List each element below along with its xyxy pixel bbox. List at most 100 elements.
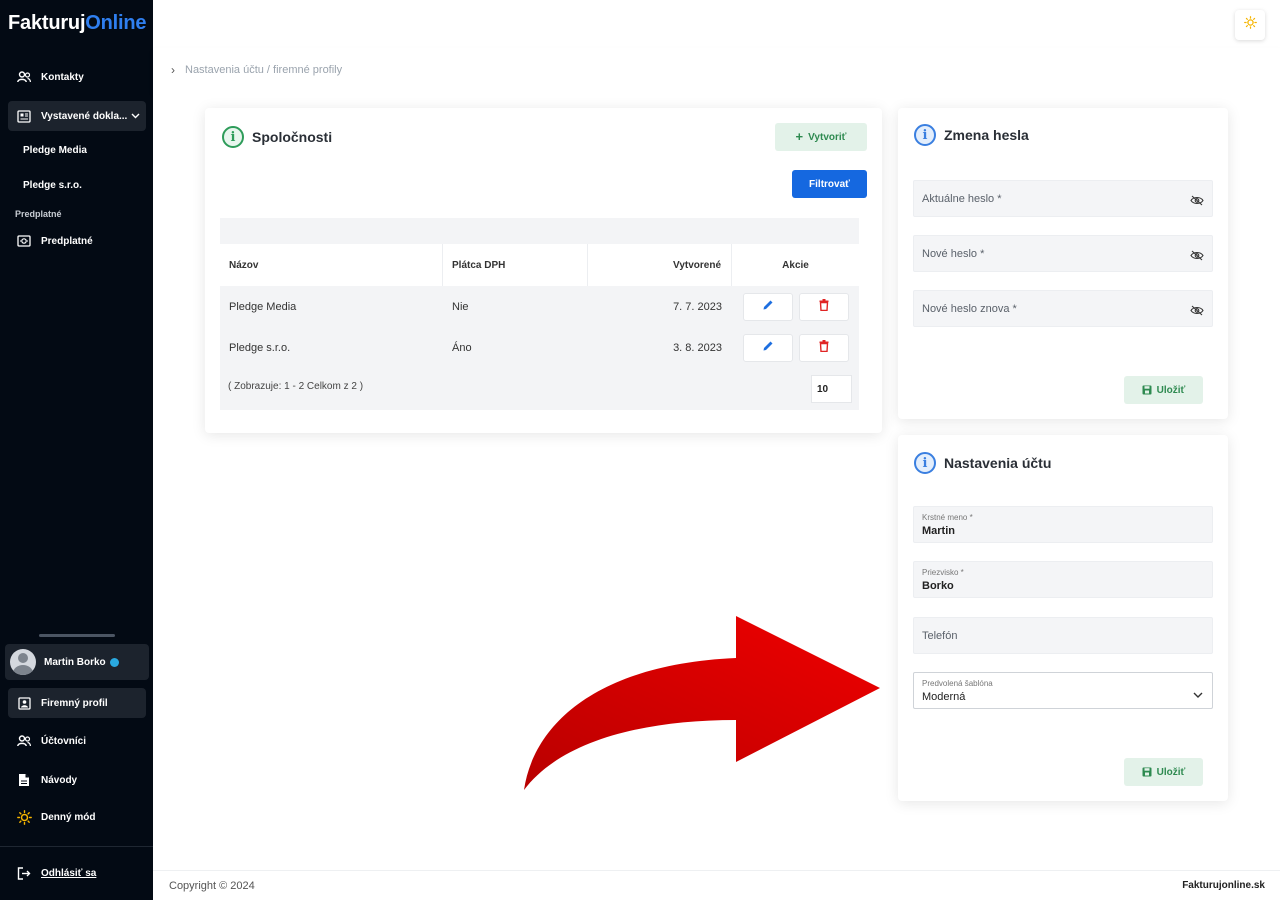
cell-created: 7. 7. 2023 bbox=[673, 300, 722, 313]
companies-table: Názov Plátca DPH Vytvorené Akcie Pledge … bbox=[220, 218, 859, 410]
account-settings-title: i Nastavenia účtu bbox=[914, 452, 1051, 474]
sidebar: FakturujOnline Kontakty Vystavené dokla.… bbox=[0, 0, 153, 900]
companies-title: i Spoločnosti bbox=[222, 126, 332, 148]
user-profile[interactable]: Martin Borko bbox=[5, 644, 149, 680]
phone-field[interactable]: Telefón bbox=[913, 617, 1213, 654]
column-header-name[interactable]: Názov bbox=[220, 244, 443, 286]
save-icon bbox=[1142, 385, 1152, 395]
column-header-vat[interactable]: Plátca DPH bbox=[443, 244, 588, 286]
site-link[interactable]: Fakturujonline.sk bbox=[1182, 880, 1265, 891]
current-password-field[interactable]: Aktuálne heslo * bbox=[913, 180, 1213, 217]
create-company-button[interactable]: + Vytvoriť bbox=[775, 123, 867, 151]
sidebar-scroll-handle[interactable] bbox=[39, 634, 115, 637]
last-name-field[interactable]: Priezvisko * Borko bbox=[913, 561, 1213, 598]
users-icon bbox=[16, 733, 32, 749]
default-template-select[interactable]: Predvolená šablóna Moderná bbox=[913, 672, 1213, 709]
top-bar bbox=[153, 0, 1280, 48]
sidebar-item-day-mode[interactable]: Denný mód bbox=[8, 802, 146, 832]
sidebar-item-subscriptions[interactable]: Predplatné bbox=[8, 226, 146, 256]
sidebar-item-guides[interactable]: Návody bbox=[8, 765, 146, 795]
sidebar-item-contacts[interactable]: Kontakty bbox=[8, 62, 146, 92]
eye-off-icon[interactable] bbox=[1190, 248, 1204, 266]
sidebar-item-issued-documents[interactable]: Vystavené dokla... bbox=[8, 101, 146, 131]
sidebar-item-label: Vystavené dokla... bbox=[41, 110, 128, 122]
sidebar-item-label: Návody bbox=[41, 774, 78, 786]
avatar bbox=[10, 649, 36, 675]
sidebar-item-label: Kontakty bbox=[41, 71, 84, 83]
field-placeholder: Telefón bbox=[922, 630, 958, 642]
field-placeholder: Aktuálne heslo * bbox=[922, 193, 1002, 205]
breadcrumb-text[interactable]: Nastavenia účtu / firemné profily bbox=[185, 64, 342, 76]
filter-button[interactable]: Filtrovať bbox=[792, 170, 867, 198]
pencil-icon bbox=[762, 299, 774, 314]
sidebar-item-label: Firemný profil bbox=[41, 697, 108, 709]
sidebar-item-label: Denný mód bbox=[41, 811, 96, 823]
id-card-icon bbox=[16, 695, 32, 711]
sidebar-item-label: Predplatné bbox=[41, 235, 93, 247]
cell-vat: Nie bbox=[452, 300, 469, 313]
field-value: Martin bbox=[922, 525, 955, 537]
save-account-button[interactable]: Uložiť bbox=[1124, 758, 1203, 786]
edit-button[interactable] bbox=[742, 333, 793, 362]
table-row[interactable]: Pledge Media Nie 7. 7. 2023 bbox=[220, 286, 859, 327]
logo-part-2: Online bbox=[85, 12, 147, 34]
document-icon bbox=[16, 772, 32, 788]
field-value: Borko bbox=[922, 580, 954, 592]
chevron-right-icon: › bbox=[171, 63, 175, 77]
sidebar-item-accountants[interactable]: Účtovníci bbox=[8, 726, 146, 756]
footer: Copyright © 2024 Fakturujonline.sk bbox=[153, 870, 1280, 900]
info-icon: i bbox=[914, 124, 936, 146]
red-annotation-arrow-icon bbox=[520, 612, 885, 799]
theme-toggle-button[interactable] bbox=[1235, 10, 1265, 40]
sidebar-subitem-pledge-media[interactable]: Pledge Media bbox=[23, 145, 87, 156]
column-header-created[interactable]: Vytvorené bbox=[588, 244, 732, 286]
field-label: Predvolená šablóna bbox=[922, 679, 993, 688]
contacts-icon bbox=[16, 69, 32, 85]
new-password-field[interactable]: Nové heslo * bbox=[913, 235, 1213, 272]
password-title: i Zmena hesla bbox=[914, 124, 1029, 146]
trash-icon bbox=[819, 340, 829, 355]
sidebar-section-subscriptions: Predplatné bbox=[15, 209, 62, 219]
table-row[interactable]: Pledge s.r.o. Áno 3. 8. 2023 bbox=[220, 327, 859, 368]
field-placeholder: Nové heslo znova * bbox=[922, 303, 1017, 315]
sidebar-item-logout[interactable]: Odhlásiť sa bbox=[8, 858, 146, 888]
copyright-text: Copyright © 2024 bbox=[169, 880, 255, 892]
breadcrumb: › Nastavenia účtu / firemné profily bbox=[153, 48, 1280, 92]
sidebar-item-company-profile[interactable]: Firemný profil bbox=[8, 688, 146, 718]
save-icon bbox=[1142, 767, 1152, 777]
logout-icon bbox=[16, 865, 32, 881]
delete-button[interactable] bbox=[798, 292, 849, 321]
trash-icon bbox=[819, 299, 829, 314]
sidebar-subitem-pledge-sro[interactable]: Pledge s.r.o. bbox=[23, 180, 82, 191]
column-header-actions: Akcie bbox=[782, 259, 809, 271]
verified-icon bbox=[109, 657, 119, 667]
field-label: Priezvisko * bbox=[922, 568, 964, 577]
first-name-field[interactable]: Krstné meno * Martin bbox=[913, 506, 1213, 543]
field-value: Moderná bbox=[922, 691, 966, 703]
info-icon: i bbox=[914, 452, 936, 474]
page-size-select[interactable]: 10 bbox=[811, 375, 852, 403]
cell-created: 3. 8. 2023 bbox=[673, 341, 722, 354]
password-title-text: Zmena hesla bbox=[944, 127, 1029, 143]
sidebar-divider bbox=[0, 846, 153, 847]
cell-name: Pledge s.r.o. bbox=[229, 341, 291, 354]
sun-icon bbox=[1243, 16, 1257, 34]
repeat-password-field[interactable]: Nové heslo znova * bbox=[913, 290, 1213, 327]
table-header: Názov Plátca DPH Vytvorené Akcie bbox=[220, 244, 859, 286]
companies-title-text: Spoločnosti bbox=[252, 129, 333, 145]
app-logo[interactable]: FakturujOnline bbox=[8, 12, 147, 35]
delete-button[interactable] bbox=[798, 333, 849, 362]
chevron-down-icon bbox=[1193, 686, 1203, 704]
chevron-down-icon bbox=[131, 111, 140, 122]
eye-off-icon[interactable] bbox=[1190, 193, 1204, 211]
edit-button[interactable] bbox=[742, 292, 793, 321]
account-title-text: Nastavenia účtu bbox=[944, 455, 1052, 471]
field-label: Krstné meno * bbox=[922, 513, 973, 522]
pagination-summary: ( Zobrazuje: 1 - 2 Celkom z 2 ) bbox=[228, 381, 364, 392]
cell-vat: Áno bbox=[452, 341, 472, 354]
cell-actions bbox=[732, 286, 859, 327]
eye-off-icon[interactable] bbox=[1190, 303, 1204, 321]
plus-icon: + bbox=[795, 129, 804, 144]
subscription-icon bbox=[16, 233, 32, 249]
save-password-button[interactable]: Uložiť bbox=[1124, 376, 1203, 404]
